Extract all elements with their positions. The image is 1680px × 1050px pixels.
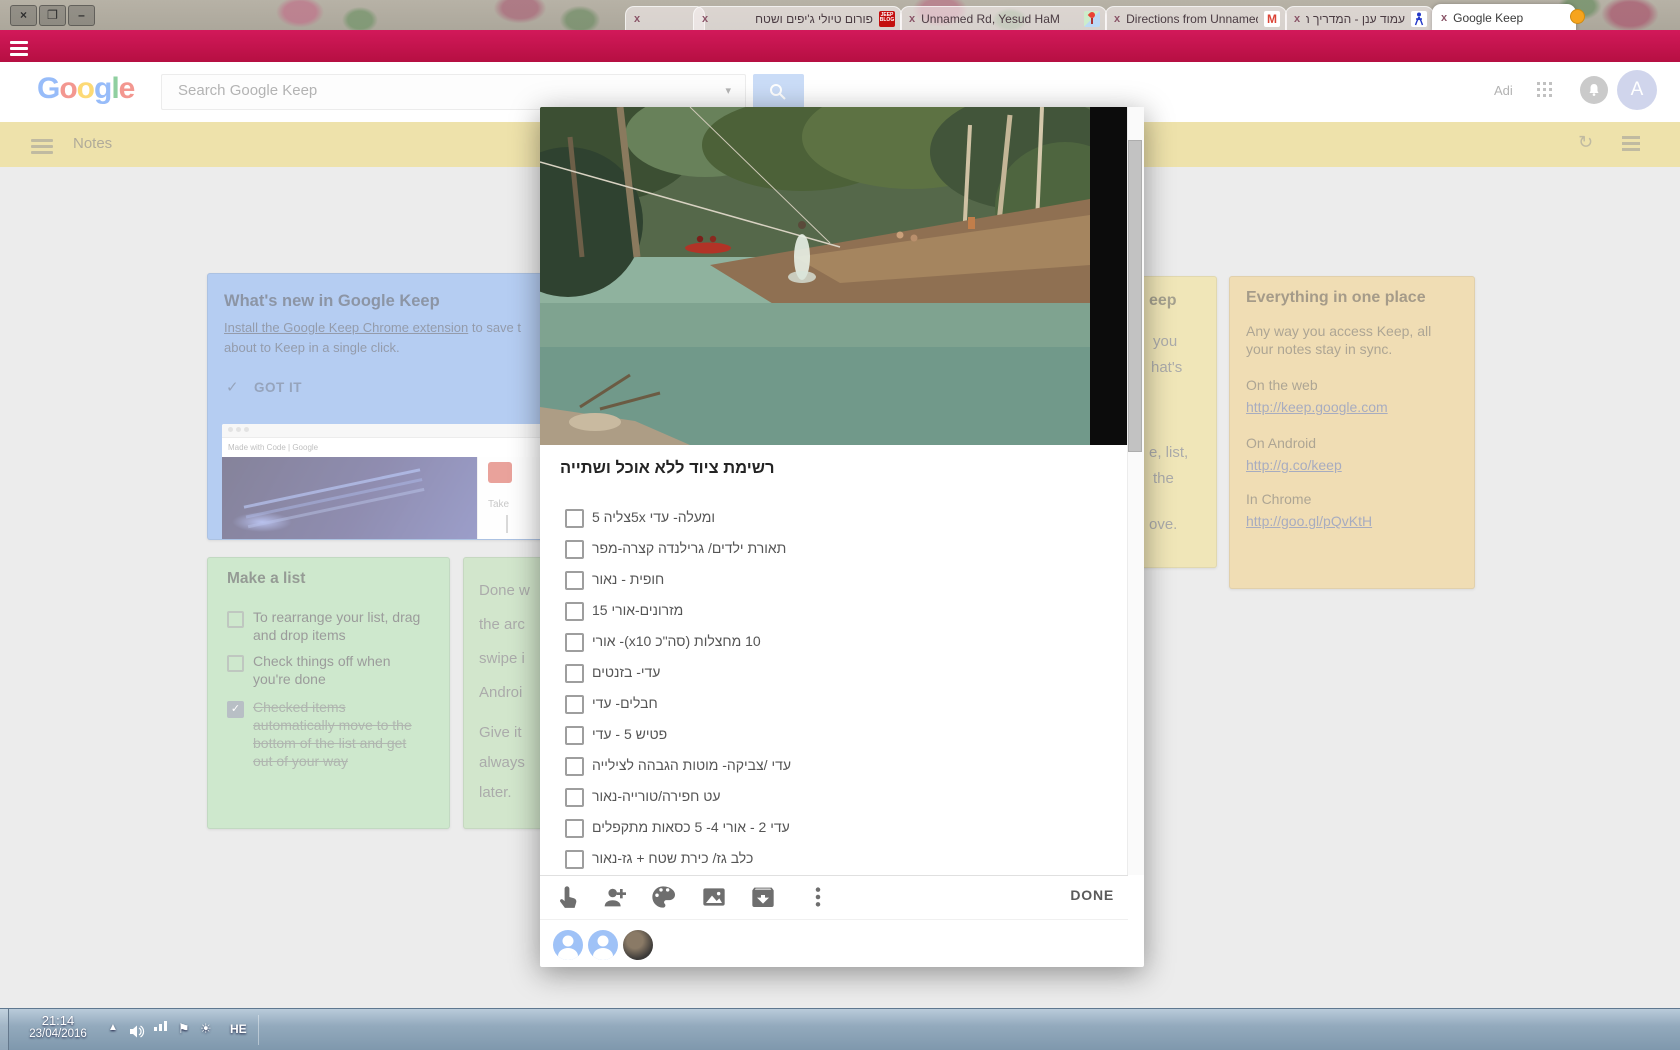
- volume-icon[interactable]: [130, 1025, 145, 1043]
- note-editor-modal: רשימת ציוד ללא אוכל ושתייה ומעלה- עדי 5x…: [540, 107, 1144, 967]
- gmail-favicon: M: [1264, 11, 1280, 27]
- toolbar-divider: [540, 875, 1128, 876]
- item-checkbox[interactable]: [565, 509, 584, 528]
- browser-tab-gmail[interactable]: x Directions from Unnamed M: [1105, 6, 1287, 31]
- collaborator-avatar[interactable]: [553, 930, 583, 960]
- checklist-item[interactable]: פטיש 5 - עדי: [540, 720, 1100, 750]
- item-checkbox[interactable]: [565, 850, 584, 869]
- add-collaborator-icon[interactable]: [602, 885, 626, 914]
- checklist-item[interactable]: תאורת ילדים/ גרילנדה קצרה-מפר: [540, 534, 1100, 564]
- browser-navbar: ☆ א A https://keep.google.com/#LIST/153e…: [0, 30, 1680, 62]
- browser-menu-icon[interactable]: [10, 38, 28, 59]
- item-text[interactable]: חופית - נאור: [592, 571, 664, 587]
- item-checkbox[interactable]: [565, 757, 584, 776]
- tab-label: Unnamed Rd, Yesud HaM: [921, 12, 1078, 26]
- show-desktop-button[interactable]: [0, 1009, 9, 1050]
- tab-label: עמוד ענן - המדריך השיו: [1306, 12, 1405, 26]
- window-restore-button[interactable]: ❐: [39, 5, 66, 26]
- screen: × ❐ – x x פורום טיולי ג'יפים ושטח JEEPBL…: [0, 0, 1680, 1050]
- google-maps-favicon: [1084, 11, 1100, 27]
- checklist-item[interactable]: עדי 2 - אורי 4- 5 כסאות מתקפלים: [540, 813, 1100, 843]
- checklist-item[interactable]: 10 מחצלות (סה"כ x10)- אורי: [540, 627, 1100, 657]
- tab-close-icon[interactable]: x: [1294, 13, 1300, 25]
- item-text[interactable]: עדי 2 - אורי 4- 5 כסאות מתקפלים: [592, 819, 790, 835]
- windows-taskbar: 21:14 23/04/2016 ▲ ⚑ ☀ HE ...Sket - מודל…: [0, 1008, 1680, 1050]
- item-text[interactable]: עדי /צביקה- מוטות הגבהה לצילייה: [592, 757, 791, 773]
- checklist-item[interactable]: עדי /צביקה- מוטות הגבהה לצילייה: [540, 751, 1100, 781]
- color-palette-icon[interactable]: [651, 885, 675, 914]
- item-checkbox[interactable]: [565, 633, 584, 652]
- collaborator-avatar[interactable]: [588, 930, 618, 960]
- collaborator-avatar-photo[interactable]: [623, 930, 653, 960]
- item-checkbox[interactable]: [565, 788, 584, 807]
- item-checkbox[interactable]: [565, 571, 584, 590]
- checklist-item[interactable]: עט חפירה/טורייה-נאור: [540, 782, 1100, 812]
- item-checkbox[interactable]: [565, 664, 584, 683]
- more-options-icon[interactable]: [806, 885, 830, 914]
- window-minimize-button[interactable]: –: [68, 5, 95, 26]
- tray-divider: [258, 1015, 259, 1045]
- tab-label: פורום טיולי ג'יפים ושטח: [714, 12, 873, 26]
- browser-titlebar: × ❐ – x x פורום טיולי ג'יפים ושטח JEEPBL…: [0, 0, 1680, 30]
- add-image-icon[interactable]: [702, 885, 726, 914]
- reminder-icon[interactable]: [555, 885, 579, 914]
- hiker-favicon: [1411, 11, 1427, 27]
- item-checkbox[interactable]: [565, 695, 584, 714]
- tab-label: Directions from Unnamed: [1126, 12, 1258, 26]
- item-text[interactable]: מזרונים-אורי 15: [592, 602, 683, 618]
- item-text[interactable]: 10 מחצלות (סה"כ x10)- אורי: [592, 633, 761, 649]
- tab-close-icon[interactable]: x: [634, 13, 640, 25]
- window-close-button[interactable]: ×: [10, 5, 37, 26]
- hidden-icons-chevron[interactable]: ▲: [108, 1022, 118, 1033]
- item-text[interactable]: חבלים- עדי: [592, 695, 658, 711]
- photo-letterbox: [1090, 107, 1128, 445]
- network-signal-icon[interactable]: [154, 1027, 157, 1031]
- item-checkbox[interactable]: [565, 602, 584, 621]
- item-checkbox[interactable]: [565, 540, 584, 559]
- taskbar-clock[interactable]: 21:14 23/04/2016: [16, 1013, 100, 1040]
- clock-date: 23/04/2016: [16, 1028, 100, 1040]
- browser-tab-jeep-forum[interactable]: x פורום טיולי ג'יפים ושטח JEEPBLOG: [693, 6, 902, 31]
- item-text[interactable]: ומעלה- עדי 5xצליה 5: [592, 509, 715, 525]
- checklist-item[interactable]: חופית - נאור: [540, 565, 1100, 595]
- item-text[interactable]: עט חפירה/טורייה-נאור: [592, 788, 721, 804]
- item-text[interactable]: פטיש 5 - עדי: [592, 726, 667, 742]
- checklist-item[interactable]: ומעלה- עדי 5xצליה 5: [540, 503, 1100, 533]
- checklist-item[interactable]: עדי- בזנטים: [540, 658, 1100, 688]
- done-button[interactable]: DONE: [1070, 887, 1114, 903]
- modal-scrollbar[interactable]: [1127, 107, 1144, 875]
- item-checkbox[interactable]: [565, 726, 584, 745]
- scrollbar-thumb[interactable]: [1128, 140, 1142, 452]
- tab-close-icon[interactable]: x: [1114, 13, 1120, 25]
- tray-sun-icon[interactable]: ☀: [200, 1021, 212, 1037]
- clock-time: 21:14: [16, 1013, 100, 1028]
- browser-tab-google-keep-active[interactable]: x Google Keep: [1432, 4, 1576, 31]
- action-center-flag-icon[interactable]: ⚑: [178, 1021, 190, 1037]
- checklist-item[interactable]: מזרונים-אורי 15: [540, 596, 1100, 626]
- language-indicator[interactable]: HE: [230, 1022, 247, 1036]
- jeep-blog-favicon: JEEPBLOG: [879, 11, 895, 27]
- tab-close-icon[interactable]: x: [702, 13, 708, 25]
- item-checkbox[interactable]: [565, 819, 584, 838]
- tab-close-icon[interactable]: x: [909, 13, 915, 25]
- notification-dot[interactable]: [1570, 9, 1585, 24]
- item-text[interactable]: תאורת ילדים/ גרילנדה קצרה-מפר: [592, 540, 786, 556]
- note-title-input[interactable]: רשימת ציוד ללא אוכל ושתייה: [560, 459, 775, 478]
- tab-label: Google Keep: [1453, 11, 1569, 25]
- checklist-item[interactable]: חבלים- עדי: [540, 689, 1100, 719]
- browser-tab-maps[interactable]: x Unnamed Rd, Yesud HaM: [900, 6, 1107, 31]
- note-photo[interactable]: [540, 107, 1090, 445]
- checklist-item[interactable]: כלב גז/ כירת שטח + גז-נאור: [540, 844, 1100, 874]
- item-text[interactable]: עדי- בזנטים: [592, 664, 660, 680]
- browser-tab-hiking[interactable]: x עמוד ענן - המדריך השיו: [1285, 6, 1434, 31]
- item-text[interactable]: כלב גז/ כירת שטח + גז-נאור: [592, 850, 753, 866]
- tab-close-icon[interactable]: x: [1441, 12, 1447, 24]
- archive-icon[interactable]: [751, 885, 775, 914]
- avatar-row-divider: [540, 919, 1128, 920]
